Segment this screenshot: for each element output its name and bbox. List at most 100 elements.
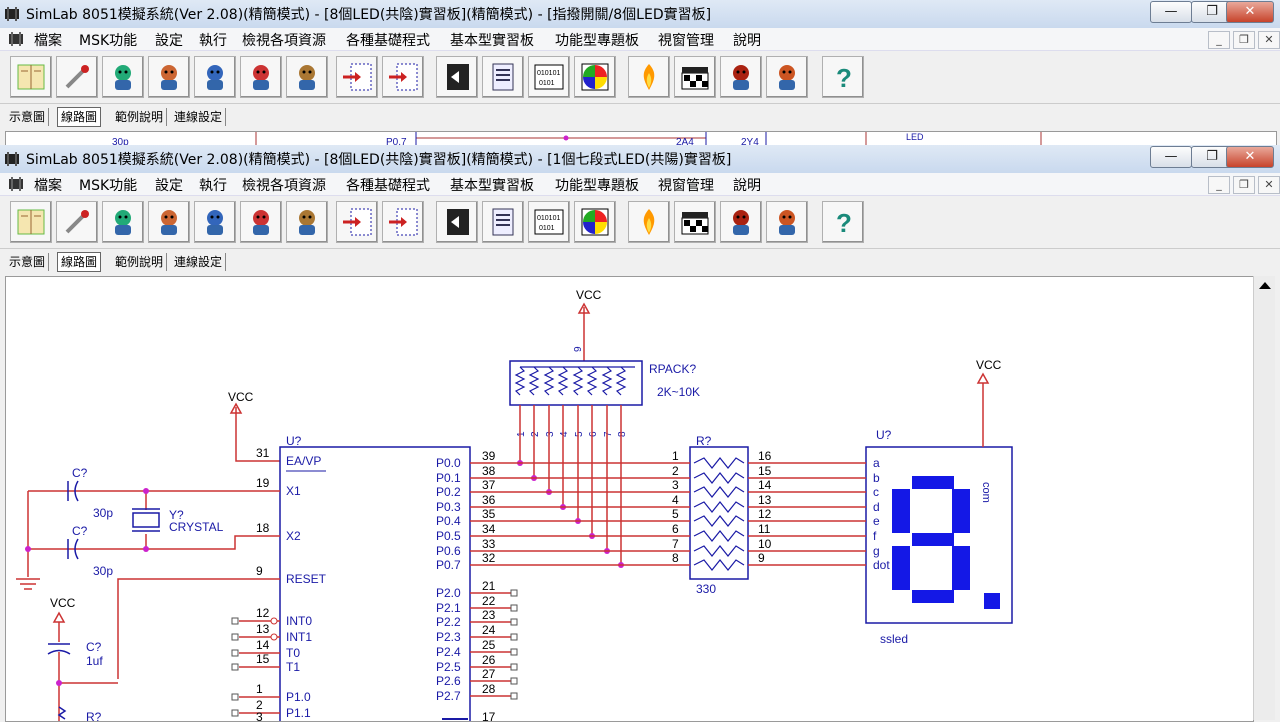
menu-settings[interactable]: 設定 [155,175,183,195]
menu-function-boards[interactable]: 功能型專題板 [555,175,639,195]
menu-file[interactable]: 檔案 [34,175,62,195]
menu-view-resources[interactable]: 檢視各項資源 [242,175,326,195]
color-palette-button[interactable] [574,201,616,243]
seg-pin-name: g [873,544,880,558]
front-mdi-minimize[interactable]: _ [1208,176,1230,194]
tab-schematic[interactable]: 線路圖 [57,252,102,272]
menu-window[interactable]: 視窗管理 [658,30,714,50]
mdi-doc-icon[interactable] [6,30,26,48]
front-close-button[interactable]: ✕ [1226,146,1274,168]
resistor-element [693,545,745,557]
clapper-button[interactable] [674,56,716,98]
menu-basic-boards[interactable]: 基本型實習板 [450,30,534,50]
character-3-button[interactable] [194,201,236,243]
book-button[interactable] [10,56,52,98]
character-1-button[interactable] [102,56,144,98]
color-palette-button[interactable] [574,56,616,98]
book-button[interactable] [10,201,52,243]
back-tab-example[interactable]: 範例說明 [112,108,168,126]
hand-button[interactable] [766,201,808,243]
menu-msk[interactable]: MSK功能 [79,175,137,195]
vertical-scrollbar[interactable] [1253,276,1275,720]
wrench-button[interactable] [56,201,98,243]
menu-run[interactable]: 執行 [199,175,227,195]
tab-connection[interactable]: 連線設定 [171,253,227,271]
chip-button[interactable] [436,56,478,98]
back-close-button[interactable]: ✕ [1226,1,1274,23]
hand-button[interactable] [766,56,808,98]
load-code-button[interactable] [336,56,378,98]
character-5-button[interactable] [286,201,328,243]
help-icon: ? [836,208,852,238]
menu-basic-programs[interactable]: 各種基礎程式 [346,30,430,50]
document-button[interactable] [482,56,524,98]
back-minimize-button[interactable]: — [1150,1,1192,23]
load-data-button[interactable] [382,201,424,243]
menu-function-boards[interactable]: 功能型專題板 [555,30,639,50]
res-bottom-ref: R? [86,710,102,721]
rpack-pin-9: 9 [573,346,584,352]
mdi-doc-icon[interactable] [6,175,26,193]
back-title-bar[interactable]: SimLab 8051模擬系統(Ver 2.08)(精簡模式) - [8個LED… [0,0,1280,29]
back-tab-connection[interactable]: 連線設定 [171,108,227,126]
clapper-button[interactable] [674,201,716,243]
character-4-button[interactable] [240,201,282,243]
back-mdi-minimize[interactable]: _ [1208,31,1230,49]
character-3-button[interactable] [194,56,236,98]
character-2-button[interactable] [148,56,190,98]
color-palette-icon [581,208,609,236]
mcu-ref: U? [286,434,302,448]
help-button[interactable]: ? [822,201,864,243]
character-2-button[interactable] [148,201,190,243]
front-title-bar[interactable]: SimLab 8051模擬系統(Ver 2.08)(精簡模式) - [8個LED… [0,145,1280,174]
resistor-left-pin: 7 [672,537,679,551]
menu-help[interactable]: 說明 [733,30,761,50]
menu-run[interactable]: 執行 [199,30,227,50]
int0-bubble [270,617,278,625]
binary-memory-button[interactable]: 010101 0101 [528,201,570,243]
character-1-button[interactable] [102,201,144,243]
mcu-left-pin-name: RESET [286,572,327,586]
scroll-up-icon[interactable] [1259,282,1271,289]
tab-example[interactable]: 範例說明 [112,253,168,271]
character-5-button[interactable] [286,56,328,98]
character-4-button[interactable] [240,56,282,98]
load-data-button[interactable] [382,56,424,98]
resistor-left-pin: 4 [672,493,679,507]
menu-basic-boards[interactable]: 基本型實習板 [450,175,534,195]
rpack-value: 2K~10K [657,385,700,399]
menu-settings[interactable]: 設定 [155,30,183,50]
back-mdi-restore[interactable]: ❐ [1233,31,1255,49]
tab-overview[interactable]: 示意圖 [6,253,50,271]
flame-button[interactable] [628,201,670,243]
back-tab-schematic[interactable]: 線路圖 [57,107,102,127]
seg-pin-name: b [873,471,880,485]
back-menu-bar: 檔案 MSK功能 設定 執行 檢視各項資源 各種基礎程式 基本型實習板 功能型專… [0,28,1280,51]
character-1-icon [115,65,131,90]
p2-pin-number: 28 [482,682,496,696]
back-tab-overview[interactable]: 示意圖 [6,108,50,126]
help-button[interactable]: ? [822,56,864,98]
chip-button[interactable] [436,201,478,243]
resistor-left-pin: 6 [672,522,679,536]
menu-msk[interactable]: MSK功能 [79,30,137,50]
menu-basic-programs[interactable]: 各種基礎程式 [346,175,430,195]
back-mdi-close[interactable]: ✕ [1258,31,1280,49]
menu-window[interactable]: 視窗管理 [658,175,714,195]
schematic-canvas[interactable]: 1 2 3 4 5 6 7 8 P0.0 39 P0.1 38 P0.2 37 P0.3 36 P0.4 35 P0… [5,276,1254,722]
menu-view-resources[interactable]: 檢視各項資源 [242,30,326,50]
grenade-button[interactable] [720,56,762,98]
seg-com-label: com [980,482,992,503]
menu-file[interactable]: 檔案 [34,30,62,50]
seg-pin-name: c [873,485,879,499]
grenade-button[interactable] [720,201,762,243]
binary-memory-button[interactable]: 010101 0101 [528,56,570,98]
flame-button[interactable] [628,56,670,98]
front-mdi-close[interactable]: ✕ [1258,176,1280,194]
menu-help[interactable]: 說明 [733,175,761,195]
front-minimize-button[interactable]: — [1150,146,1192,168]
wrench-button[interactable] [56,56,98,98]
document-button[interactable] [482,201,524,243]
front-mdi-restore[interactable]: ❐ [1233,176,1255,194]
load-code-button[interactable] [336,201,378,243]
